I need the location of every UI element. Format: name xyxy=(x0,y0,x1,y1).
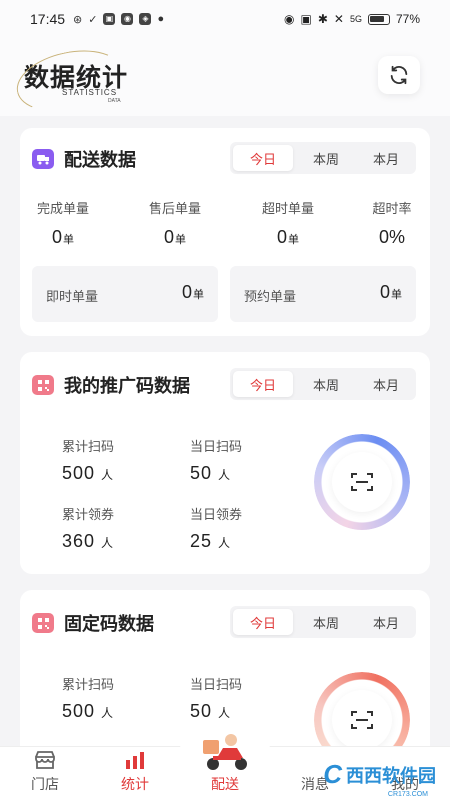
stat-label: 完成单量 xyxy=(36,201,89,216)
delivery-icon xyxy=(32,149,54,169)
mute-icon: ✕ xyxy=(333,12,344,26)
stat-total-coupons: 累计领券 360 人 xyxy=(62,504,114,552)
tab-month[interactable]: 本月 xyxy=(356,368,416,400)
instant-orders-box: 即时单量 0单 xyxy=(32,266,218,322)
watermark: C 西西软件园 xyxy=(323,759,436,790)
stat-label: 累计领券 xyxy=(62,507,115,522)
stat-value: 0单 xyxy=(51,227,74,247)
stat-value: 500 人 xyxy=(62,701,115,721)
tab-today[interactable]: 今日 xyxy=(233,145,293,171)
delivery-card: 配送数据 今日 本周 本月 完成单量 0单 售后单量 0单 超时单量 0单 超时… xyxy=(20,128,430,336)
stat-today-coupons: 当日领券 25 人 xyxy=(190,504,242,552)
notification-icon: ◉ xyxy=(121,13,134,25)
refresh-button[interactable] xyxy=(378,56,420,94)
bar-chart-icon xyxy=(126,752,144,769)
header: 数据统计 STATISTICS DATA xyxy=(0,38,450,121)
qr-code-icon xyxy=(32,375,54,395)
qr-code-icon xyxy=(32,613,54,633)
sub-label: 预约单量 xyxy=(244,289,297,304)
scan-icon xyxy=(351,711,373,729)
stat-label: 超时率 xyxy=(372,201,412,216)
stat-value: 0单 xyxy=(163,227,186,247)
nav-stats[interactable]: 统计 xyxy=(90,747,180,800)
status-time: 17:45 xyxy=(30,11,66,27)
stat-value: 500 人 xyxy=(62,463,115,483)
stat-label: 累计扫码 xyxy=(62,439,115,454)
stat-overtime: 超时单量 0单 xyxy=(257,198,319,248)
stat-value: 0% xyxy=(378,227,405,247)
logo-subtitle-2: DATA xyxy=(108,98,121,104)
notification-icon: ● xyxy=(157,13,165,25)
stat-label: 超时单量 xyxy=(261,201,314,216)
stat-label: 当日领券 xyxy=(190,507,243,522)
sub-label: 即时单量 xyxy=(46,289,99,304)
reserved-orders-box: 预约单量 0单 xyxy=(230,266,416,322)
battery-level: 77% xyxy=(395,12,420,26)
stat-label: 当日扫码 xyxy=(190,439,243,454)
stat-total-scans: 累计扫码 500 人 xyxy=(62,436,114,484)
bluetooth-icon: ✱ xyxy=(317,12,328,26)
stat-today-scans: 当日扫码 50 人 xyxy=(190,674,242,722)
delivery-tabs: 今日 本周 本月 xyxy=(230,142,416,174)
tab-month[interactable]: 本月 xyxy=(356,142,416,174)
watermark-subtext: CR173.COM xyxy=(387,791,428,798)
delivery-title: 配送数据 xyxy=(64,150,136,170)
sub-value: 0单 xyxy=(181,282,204,302)
notification-icon: ▣ xyxy=(103,13,116,25)
promo-tabs: 今日 本周 本月 xyxy=(230,368,416,400)
notification-icon: ⊛ xyxy=(73,13,83,26)
eye-icon: ◉ xyxy=(284,12,295,26)
fixed-tabs: 今日 本周 本月 xyxy=(230,606,416,638)
stat-overtime-rate: 超时率 0% xyxy=(366,198,418,248)
stat-label: 当日扫码 xyxy=(190,677,243,692)
notification-icon: ◈ xyxy=(139,13,152,25)
sub-value: 0单 xyxy=(379,282,402,302)
tab-week[interactable]: 本周 xyxy=(296,142,356,174)
stat-completed: 完成单量 0单 xyxy=(32,198,94,248)
tab-week[interactable]: 本周 xyxy=(296,368,356,400)
promo-card: 我的推广码数据 今日 本周 本月 累计扫码 500 人 当日扫码 50 人 累计领券… xyxy=(20,352,430,574)
promo-title: 我的推广码数据 xyxy=(64,376,190,396)
watermark-logo-icon: C xyxy=(323,759,342,789)
watermark-text: 西西软件园 xyxy=(346,765,436,786)
scan-button[interactable] xyxy=(314,434,410,530)
fixed-title: 固定码数据 xyxy=(64,614,154,634)
stat-today-scans: 当日扫码 50 人 xyxy=(190,436,242,484)
stat-value: 50 人 xyxy=(190,701,232,721)
stat-label: 累计扫码 xyxy=(62,677,115,692)
tab-today[interactable]: 今日 xyxy=(233,609,293,635)
stat-value: 25 人 xyxy=(190,531,232,551)
scan-icon xyxy=(351,473,373,491)
nav-store[interactable]: 门店 xyxy=(0,747,90,800)
stat-aftersale: 售后单量 0单 xyxy=(144,198,206,248)
stat-label: 售后单量 xyxy=(148,201,201,216)
tab-week[interactable]: 本周 xyxy=(296,606,356,638)
store-icon xyxy=(35,751,55,769)
signal-icon: 5G xyxy=(349,14,362,24)
stat-value: 0单 xyxy=(276,227,299,247)
logo-subtitle: STATISTICS xyxy=(62,88,118,97)
tab-today[interactable]: 今日 xyxy=(233,371,293,397)
nfc-icon: ▣ xyxy=(300,12,312,26)
scooter-icon xyxy=(203,734,247,770)
battery-icon xyxy=(367,13,390,25)
logo: 数据统计 STATISTICS DATA xyxy=(11,41,129,121)
notification-icon: ✓ xyxy=(88,13,98,26)
stat-value: 360 人 xyxy=(62,531,115,551)
tab-month[interactable]: 本月 xyxy=(356,606,416,638)
stat-total-scans: 累计扫码 500 人 xyxy=(62,674,114,722)
stat-value: 50 人 xyxy=(190,463,232,483)
refresh-icon xyxy=(390,65,408,85)
nav-label: 配送 xyxy=(211,776,239,792)
nav-label: 统计 xyxy=(121,776,149,792)
status-bar: 17:45 ⊛ ✓ ▣ ◉ ◈ ● ◉ ▣ ✱ ✕ 5G 77% xyxy=(0,0,450,38)
nav-label: 门店 xyxy=(31,776,59,792)
